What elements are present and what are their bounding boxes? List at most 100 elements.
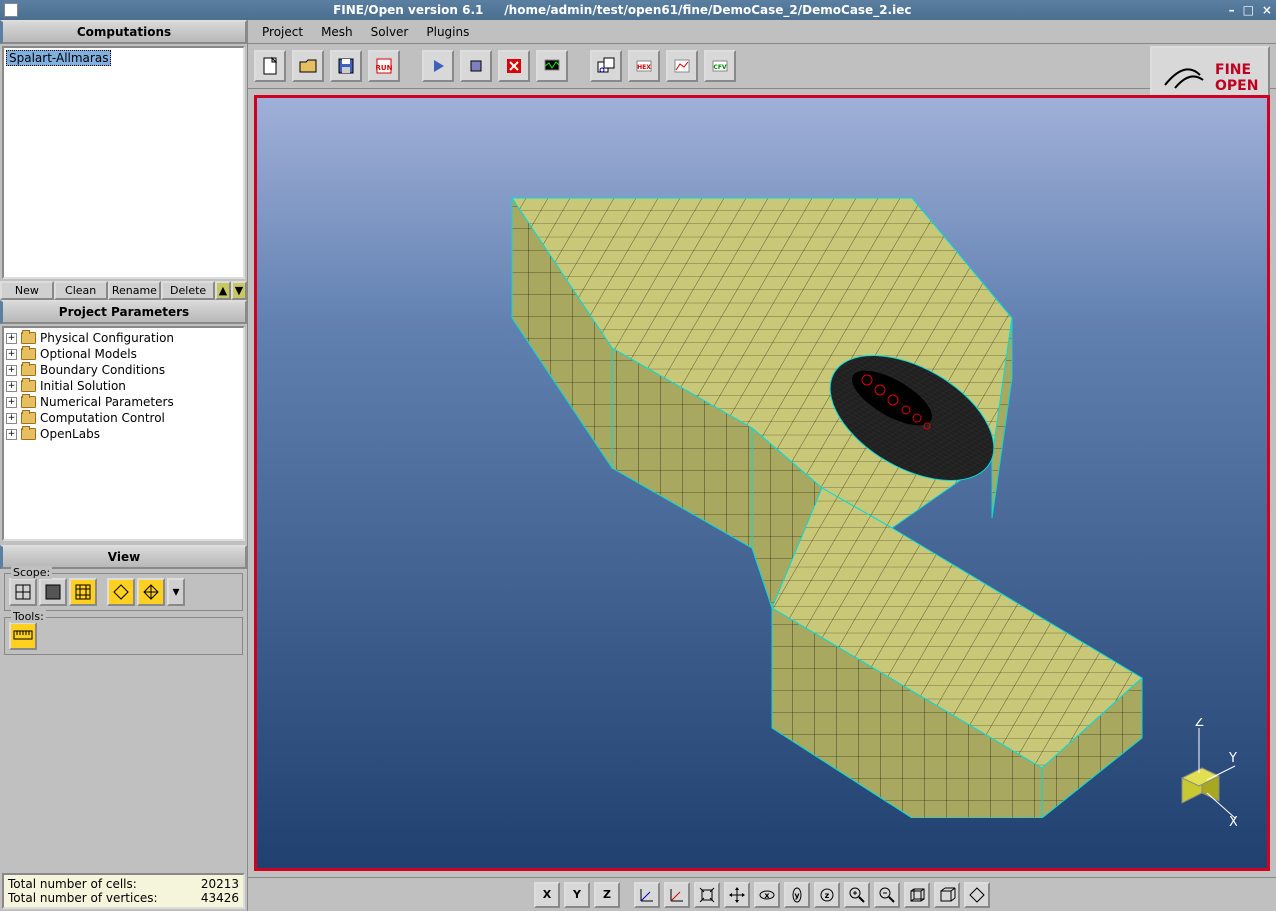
- scope-diamond2-button[interactable]: [137, 578, 165, 606]
- menubar: Project Mesh Solver Plugins: [248, 20, 1276, 44]
- hexpress-button[interactable]: HEX: [628, 50, 660, 82]
- tools-fieldset: Tools:: [4, 617, 243, 655]
- svg-text:x: x: [764, 891, 770, 900]
- tree-item[interactable]: + Physical Configuration: [6, 330, 241, 346]
- svg-text:RUN: RUN: [376, 64, 393, 72]
- tree-item[interactable]: + Numerical Parameters: [6, 394, 241, 410]
- expand-icon[interactable]: +: [6, 413, 17, 424]
- clean-button[interactable]: Clean: [54, 281, 108, 300]
- menu-project[interactable]: Project: [254, 23, 311, 41]
- folder-icon: [21, 396, 36, 408]
- scope-solid-button[interactable]: [39, 578, 67, 606]
- tree-item[interactable]: +Boundary Conditions: [6, 362, 241, 378]
- cfview-button[interactable]: CFV: [704, 50, 736, 82]
- folder-icon: [21, 348, 36, 360]
- tools-label: Tools:: [11, 610, 46, 623]
- tree-item[interactable]: + OpenLabs: [6, 426, 241, 442]
- window-titlebar: FINE/Open version 6.1 /home/admin/test/o…: [0, 0, 1276, 20]
- vertices-value: 43426: [201, 891, 239, 905]
- folder-icon: [21, 332, 36, 344]
- tree-label: Physical Configuration: [40, 331, 174, 345]
- scope-fieldset: Scope: ▾: [4, 573, 243, 611]
- task-manager-button[interactable]: [590, 50, 622, 82]
- abort-button[interactable]: [498, 50, 530, 82]
- minimize-button[interactable]: –: [1229, 3, 1235, 17]
- 3d-viewport[interactable]: Z Y X: [254, 95, 1270, 871]
- expand-icon[interactable]: +: [6, 349, 17, 360]
- menu-plugins[interactable]: Plugins: [418, 23, 477, 41]
- save-file-button[interactable]: [330, 50, 362, 82]
- mesh-geometry: [352, 118, 1172, 818]
- expand-icon[interactable]: +: [6, 429, 17, 440]
- computation-item[interactable]: Spalart-Allmaras: [6, 50, 111, 66]
- svg-text:Z: Z: [1195, 718, 1204, 730]
- diamond-button[interactable]: [964, 882, 990, 908]
- cells-value: 20213: [201, 877, 239, 891]
- run-button[interactable]: RUN: [368, 50, 400, 82]
- monitor-button[interactable]: [536, 50, 568, 82]
- pan-button[interactable]: [724, 882, 750, 908]
- computations-list[interactable]: Spalart-Allmaras: [2, 46, 245, 279]
- svg-text:CFV: CFV: [713, 64, 727, 71]
- view-xz-button[interactable]: [664, 882, 690, 908]
- axis-triad: Z Y X: [1147, 718, 1237, 828]
- zoom-out-button[interactable]: [874, 882, 900, 908]
- tree-label: Numerical Parameters: [40, 395, 174, 409]
- menu-solver[interactable]: Solver: [363, 23, 417, 41]
- rotate-y-button[interactable]: y: [784, 882, 810, 908]
- box-button[interactable]: [934, 882, 960, 908]
- scope-wireframe-button[interactable]: [9, 578, 37, 606]
- move-up-button[interactable]: ▲: [215, 281, 231, 300]
- menu-mesh[interactable]: Mesh: [313, 23, 361, 41]
- fit-button[interactable]: [694, 882, 720, 908]
- view-x-button[interactable]: X: [534, 882, 560, 908]
- scope-dropdown-button[interactable]: ▾: [167, 578, 185, 606]
- rotate-z-button[interactable]: z: [814, 882, 840, 908]
- move-down-button[interactable]: ▼: [231, 281, 247, 300]
- expand-icon[interactable]: +: [6, 365, 17, 376]
- perspective-button[interactable]: [904, 882, 930, 908]
- svg-text:FINE: FINE: [1215, 62, 1251, 78]
- folder-icon: [21, 380, 36, 392]
- close-button[interactable]: ×: [1262, 3, 1272, 17]
- rename-button[interactable]: Rename: [108, 281, 162, 300]
- cells-label: Total number of cells:: [8, 877, 137, 891]
- tree-item[interactable]: + Computation Control: [6, 410, 241, 426]
- view-y-button[interactable]: Y: [564, 882, 590, 908]
- scope-mesh-button[interactable]: [69, 578, 97, 606]
- stop-button[interactable]: [460, 50, 492, 82]
- delete-button[interactable]: Delete: [161, 281, 215, 300]
- zoom-in-button[interactable]: [844, 882, 870, 908]
- app-icon: [4, 3, 18, 17]
- expand-icon[interactable]: +: [6, 381, 17, 392]
- tree-label: Optional Models: [40, 347, 137, 361]
- view-toolbar: X Y Z x y z: [248, 877, 1276, 911]
- scope-label: Scope:: [11, 566, 52, 579]
- project-parameters-tree[interactable]: + Physical Configuration + Optional Models…: [2, 326, 245, 541]
- view-z-button[interactable]: Z: [594, 882, 620, 908]
- folder-icon: [21, 412, 36, 424]
- svg-text:z: z: [825, 891, 830, 900]
- open-file-button[interactable]: [292, 50, 324, 82]
- svg-text:X: X: [1229, 815, 1237, 828]
- main-toolbar: RUN HEX CFV FINE OPEN: [248, 44, 1276, 89]
- new-button[interactable]: New: [0, 281, 54, 300]
- new-file-button[interactable]: [254, 50, 286, 82]
- sidebar: Computations Spalart-Allmaras New Clean …: [0, 20, 248, 911]
- view-xy-button[interactable]: [634, 882, 660, 908]
- expand-icon[interactable]: +: [6, 333, 17, 344]
- measure-tool-button[interactable]: [9, 622, 37, 650]
- scope-diamond1-button[interactable]: [107, 578, 135, 606]
- chart-button[interactable]: [666, 50, 698, 82]
- file-path: /home/admin/test/open61/fine/DemoCase_2/…: [504, 3, 911, 17]
- project-parameters-title: Project Parameters: [0, 300, 247, 324]
- tree-item[interactable]: + Optional Models: [6, 346, 241, 362]
- tree-label: Computation Control: [40, 411, 165, 425]
- rotate-x-button[interactable]: x: [754, 882, 780, 908]
- tree-label: OpenLabs: [40, 427, 100, 441]
- tree-item[interactable]: +Initial Solution: [6, 378, 241, 394]
- vertices-label: Total number of vertices:: [8, 891, 158, 905]
- play-button[interactable]: [422, 50, 454, 82]
- expand-icon[interactable]: +: [6, 397, 17, 408]
- maximize-button[interactable]: □: [1243, 3, 1254, 17]
